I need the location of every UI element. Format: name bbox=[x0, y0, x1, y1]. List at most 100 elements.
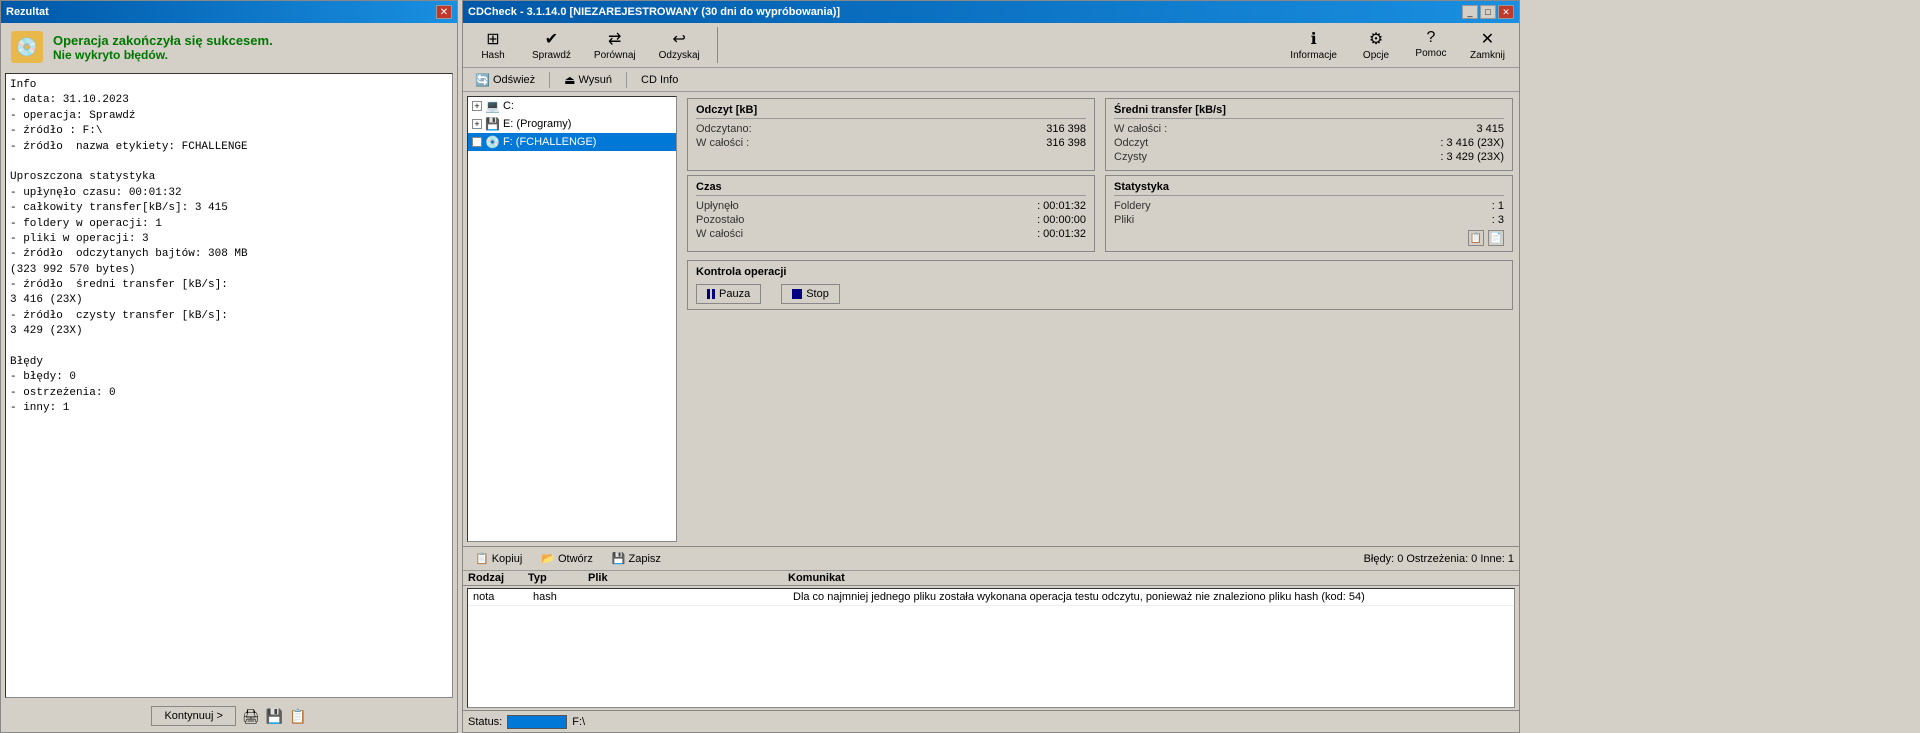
otworz-label: Otwórz bbox=[558, 553, 593, 565]
pliki-value: : 3 bbox=[1492, 214, 1504, 226]
toolbar-opcje[interactable]: ⚙ Opcje bbox=[1351, 26, 1401, 64]
drive-c-icon: 💻 bbox=[485, 99, 500, 113]
result-title: Rezultat bbox=[6, 6, 49, 18]
result-success-line2: Nie wykryto błędów. bbox=[53, 48, 273, 62]
pomoc-icon: ? bbox=[1427, 29, 1436, 47]
toolbar-informacje[interactable]: ℹ Informacje bbox=[1281, 26, 1346, 64]
tree-label-c: C: bbox=[503, 100, 514, 112]
copy-icons-area: 📋 📄 bbox=[1114, 230, 1504, 246]
toolbar-hash-label: Hash bbox=[481, 50, 504, 61]
status-progress-bar bbox=[507, 715, 567, 729]
cd-info-button[interactable]: CD Info bbox=[634, 70, 685, 90]
czysty-speed-value: : 3 429 (23X) bbox=[1440, 151, 1504, 163]
tree-label-e: E: (Programy) bbox=[503, 118, 571, 130]
copy-icon-1[interactable]: 📋 bbox=[1468, 230, 1484, 246]
toolbar-sprawdz[interactable]: ✔ Sprawdź bbox=[523, 26, 580, 64]
message-status: Błędy: 0 Ostrzeżenia: 0 Inne: 1 bbox=[1364, 553, 1514, 565]
toolbar-hash[interactable]: ⊞ Hash bbox=[468, 26, 518, 64]
toolbar-pomoc[interactable]: ? Pomoc bbox=[1406, 26, 1456, 64]
pauza-button[interactable]: Pauza bbox=[696, 284, 761, 304]
zapisz-icon: 💾 bbox=[612, 552, 626, 565]
kopiuj-label: Kopiuj bbox=[492, 553, 523, 565]
kopiuj-icon: 📋 bbox=[475, 552, 489, 565]
print-icon[interactable]: 🖨 bbox=[242, 708, 260, 725]
stop-label: Stop bbox=[806, 288, 829, 300]
toolbar-separator bbox=[717, 27, 718, 63]
copy-footer-icon[interactable]: 📋 bbox=[289, 708, 306, 725]
status-label: Status: bbox=[468, 716, 502, 728]
kopiuj-button[interactable]: 📋 Kopiuj bbox=[468, 550, 529, 567]
pozostalo-value: : 00:00:00 bbox=[1037, 214, 1086, 226]
minimize-button[interactable]: _ bbox=[1462, 5, 1478, 19]
toolbar-zamknij-label: Zamknij bbox=[1470, 50, 1505, 61]
main-close-button[interactable]: ✕ bbox=[1498, 5, 1514, 19]
file-tree[interactable]: + 💻 C: + 💾 E: (Programy) + 💿 F: (FCHALLE… bbox=[467, 96, 677, 542]
pliki-label: Pliki bbox=[1114, 214, 1134, 226]
zapisz-button[interactable]: 💾 Zapisz bbox=[605, 550, 668, 567]
czas-title: Czas bbox=[696, 181, 1086, 196]
statystyka-box: Statystyka Foldery : 1 Pliki : 3 📋 📄 bbox=[1105, 175, 1513, 252]
continue-button[interactable]: Kontynuuj > bbox=[151, 706, 235, 726]
result-footer: Kontynuuj > 🖨 💾 📋 bbox=[1, 700, 457, 732]
sredni-w-calosci-value: 3 415 bbox=[1476, 123, 1504, 135]
w-calosci-czas-line: W całości : 00:01:32 bbox=[696, 228, 1086, 240]
tree-item-c[interactable]: + 💻 C: bbox=[468, 97, 676, 115]
uplynelo-line: Upłynęło : 00:01:32 bbox=[696, 200, 1086, 212]
titlebar-buttons: _ □ ✕ bbox=[1462, 5, 1514, 19]
drive-e-icon: 💾 bbox=[485, 117, 500, 131]
odczytano-value: 316 398 bbox=[1046, 123, 1086, 135]
otworz-icon: 📂 bbox=[541, 552, 555, 565]
hash-icon: ⊞ bbox=[486, 29, 499, 49]
odswierz-button[interactable]: 🔄 Odśwież bbox=[468, 70, 542, 90]
sredni-transfer-box: Średni transfer [kB/s] W całości : 3 415… bbox=[1105, 98, 1513, 171]
odczyt-title: Odczyt [kB] bbox=[696, 104, 1086, 119]
maximize-button[interactable]: □ bbox=[1480, 5, 1496, 19]
stats-panel: Odczyt [kB] Odczytano: 316 398 W całości… bbox=[681, 92, 1519, 546]
row-typ: hash bbox=[533, 591, 593, 603]
table-row: nota hash Dla co najmniej jednego pliku … bbox=[468, 589, 1514, 606]
stop-button[interactable]: Stop bbox=[781, 284, 840, 304]
w-calosci-odczyt-line: W całości : 316 398 bbox=[696, 137, 1086, 149]
porownaj-icon: ⇄ bbox=[608, 29, 621, 49]
result-close-button[interactable]: ✕ bbox=[436, 5, 452, 19]
wysun-icon: ⏏ bbox=[564, 73, 575, 87]
result-titlebar: Rezultat ✕ bbox=[1, 1, 457, 23]
tree-expand-f[interactable]: + bbox=[472, 137, 482, 147]
main-toolbar: ⊞ Hash ✔ Sprawdź ⇄ Porównaj ↩ Odzyskaj ℹ… bbox=[463, 23, 1519, 68]
tree-expand-c[interactable]: + bbox=[472, 101, 482, 111]
main-titlebar: CDCheck - 3.1.14.0 [NIEZAREJESTROWANY (3… bbox=[463, 1, 1519, 23]
toolbar-zamknij[interactable]: ✕ Zamknij bbox=[1461, 26, 1514, 64]
odczytano-line: Odczytano: 316 398 bbox=[696, 123, 1086, 135]
save-footer-icon[interactable]: 💾 bbox=[266, 708, 283, 725]
right-toolbar: ℹ Informacje ⚙ Opcje ? Pomoc ✕ Zamknij bbox=[1281, 26, 1514, 64]
sec-separator-2 bbox=[626, 72, 627, 88]
toolbar-odzyskaj[interactable]: ↩ Odzyskaj bbox=[650, 26, 709, 64]
pause-bar-2 bbox=[712, 289, 715, 299]
tree-expand-e[interactable]: + bbox=[472, 119, 482, 129]
w-calosci-czas-label: W całości bbox=[696, 228, 743, 240]
pliki-line: Pliki : 3 bbox=[1114, 214, 1504, 226]
wysun-button[interactable]: ⏏ Wysuń bbox=[557, 70, 619, 90]
foldery-line: Foldery : 1 bbox=[1114, 200, 1504, 212]
row-plik bbox=[593, 591, 793, 603]
otworz-button[interactable]: 📂 Otwórz bbox=[534, 550, 600, 567]
uplynelo-label: Upłynęło bbox=[696, 200, 739, 212]
col-rodzaj: Rodzaj bbox=[468, 572, 528, 584]
odczyt-speed-line: Odczyt : 3 416 (23X) bbox=[1114, 137, 1504, 149]
sprawdz-icon: ✔ bbox=[545, 29, 558, 49]
odswierz-label: Odśwież bbox=[493, 74, 535, 86]
result-content-area[interactable]: Info - data: 31.10.2023 - operacja: Spra… bbox=[5, 73, 453, 698]
toolbar-porownaj[interactable]: ⇄ Porównaj bbox=[585, 26, 645, 64]
message-table[interactable]: nota hash Dla co najmniej jednego pliku … bbox=[467, 588, 1515, 708]
tree-item-e[interactable]: + 💾 E: (Programy) bbox=[468, 115, 676, 133]
informacje-icon: ℹ bbox=[1311, 29, 1317, 49]
czas-box: Czas Upłynęło : 00:01:32 Pozostało : 00:… bbox=[687, 175, 1095, 252]
copy-icon-2[interactable]: 📄 bbox=[1488, 230, 1504, 246]
w-calosci-czas-value: : 00:01:32 bbox=[1037, 228, 1086, 240]
pozostalo-label: Pozostało bbox=[696, 214, 744, 226]
odczyt-speed-label: Odczyt bbox=[1114, 137, 1148, 149]
odzyskaj-icon: ↩ bbox=[672, 29, 685, 49]
statystyka-title: Statystyka bbox=[1114, 181, 1504, 196]
tree-item-f[interactable]: + 💿 F: (FCHALLENGE) bbox=[468, 133, 676, 151]
foldery-label: Foldery bbox=[1114, 200, 1151, 212]
